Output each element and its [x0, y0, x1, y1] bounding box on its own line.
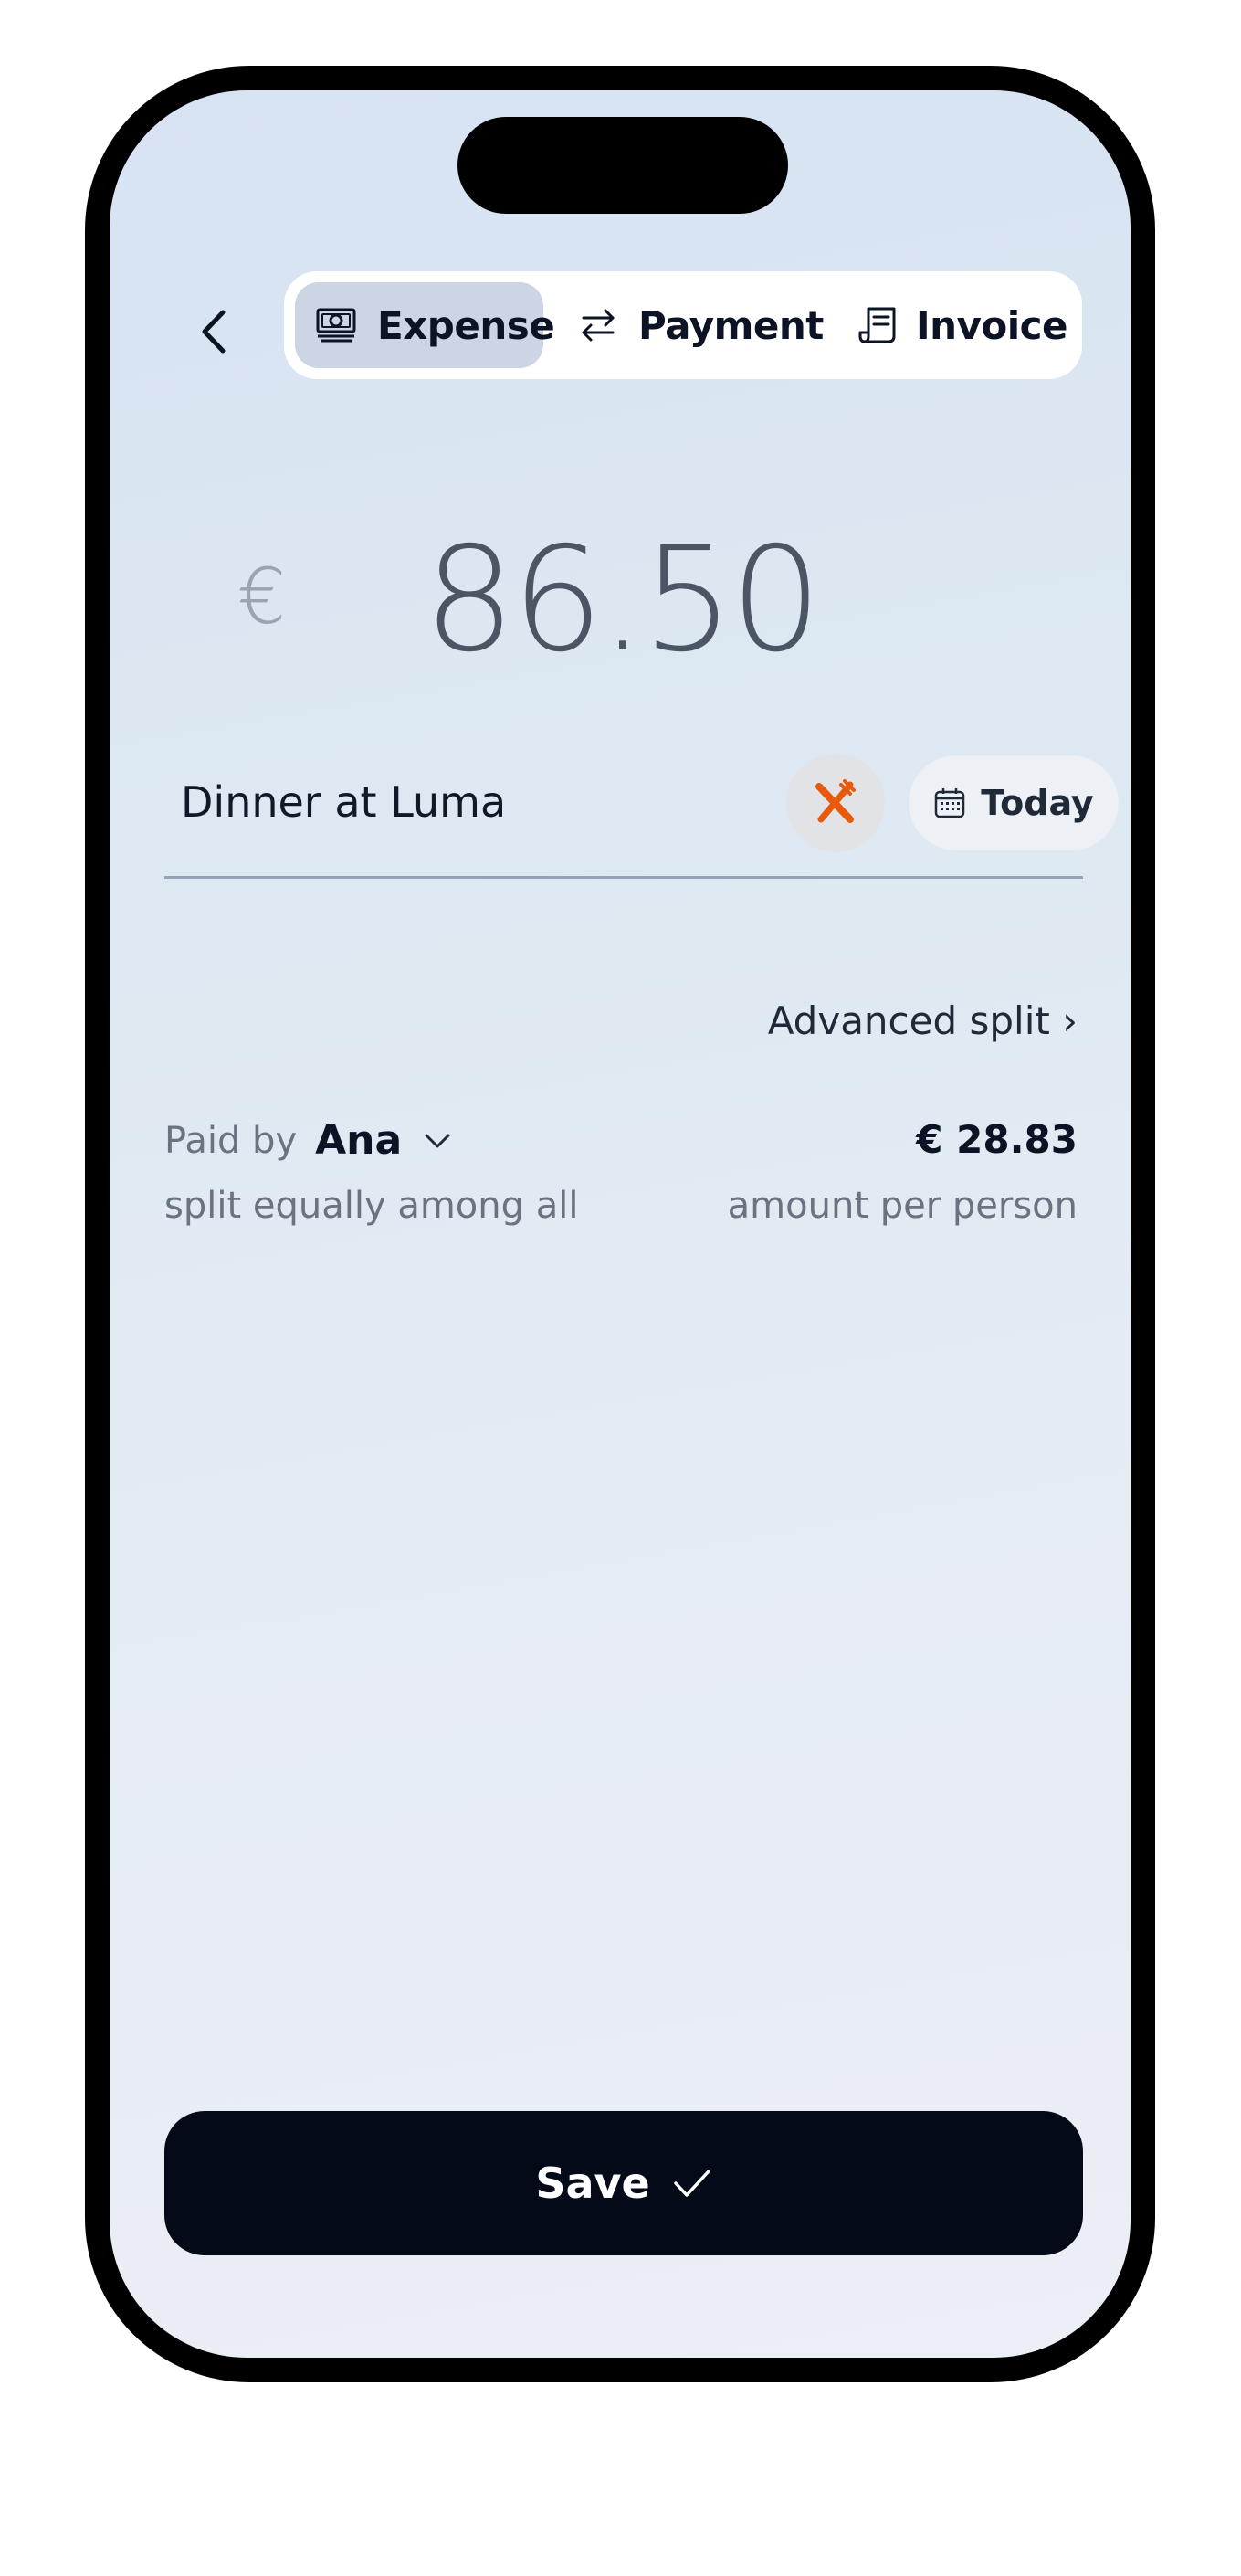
- fork-knife-icon: [815, 779, 856, 823]
- payer-selector[interactable]: Ana: [315, 1117, 451, 1164]
- tab-invoice-label: Invoice: [916, 302, 1068, 348]
- tab-expense-label: Expense: [377, 302, 555, 348]
- dynamic-island: [457, 117, 788, 214]
- per-person-label: amount per person: [727, 1185, 1078, 1227]
- tab-expense[interactable]: Expense: [295, 282, 555, 368]
- description-input[interactable]: [181, 770, 710, 834]
- transaction-type-tabs: Expense Payment Invoice: [284, 271, 1082, 379]
- currency-selector[interactable]: €: [237, 552, 286, 641]
- arrows-exchange-icon: [580, 307, 616, 343]
- phone-frame: Expense Payment Invoice € 86.50 Dinner a…: [85, 66, 1155, 2382]
- category-button[interactable]: [786, 754, 885, 852]
- receipt-icon: [857, 305, 898, 345]
- chevron-left-icon: [202, 310, 226, 354]
- date-button[interactable]: Today: [909, 755, 1119, 850]
- chevron-down-icon: [424, 1132, 451, 1150]
- tab-invoice[interactable]: Invoice: [843, 282, 1071, 368]
- back-button[interactable]: [184, 302, 243, 361]
- amount-display[interactable]: 86.50: [402, 518, 840, 682]
- description-row: Today: [164, 730, 1119, 879]
- banknote-icon: [315, 307, 357, 343]
- tab-payment-label: Payment: [638, 302, 824, 348]
- per-person-amount: € 28.83: [916, 1117, 1078, 1162]
- paid-by-label: Paid by: [164, 1119, 298, 1162]
- calendar-icon: [935, 788, 965, 818]
- date-label: Today: [981, 783, 1094, 823]
- split-note: split equally among all: [164, 1185, 579, 1227]
- tab-payment[interactable]: Payment: [554, 282, 832, 368]
- advanced-split-link[interactable]: Advanced split ›: [768, 998, 1078, 1043]
- checkmark-icon: [673, 2170, 710, 2197]
- app-screen: Expense Payment Invoice € 86.50 Dinner a…: [110, 90, 1131, 2358]
- save-label: Save: [535, 2159, 650, 2208]
- save-button[interactable]: Save: [164, 2111, 1083, 2255]
- payer-name: Ana: [315, 1117, 403, 1164]
- paid-by-row: Paid by Ana: [164, 1117, 451, 1164]
